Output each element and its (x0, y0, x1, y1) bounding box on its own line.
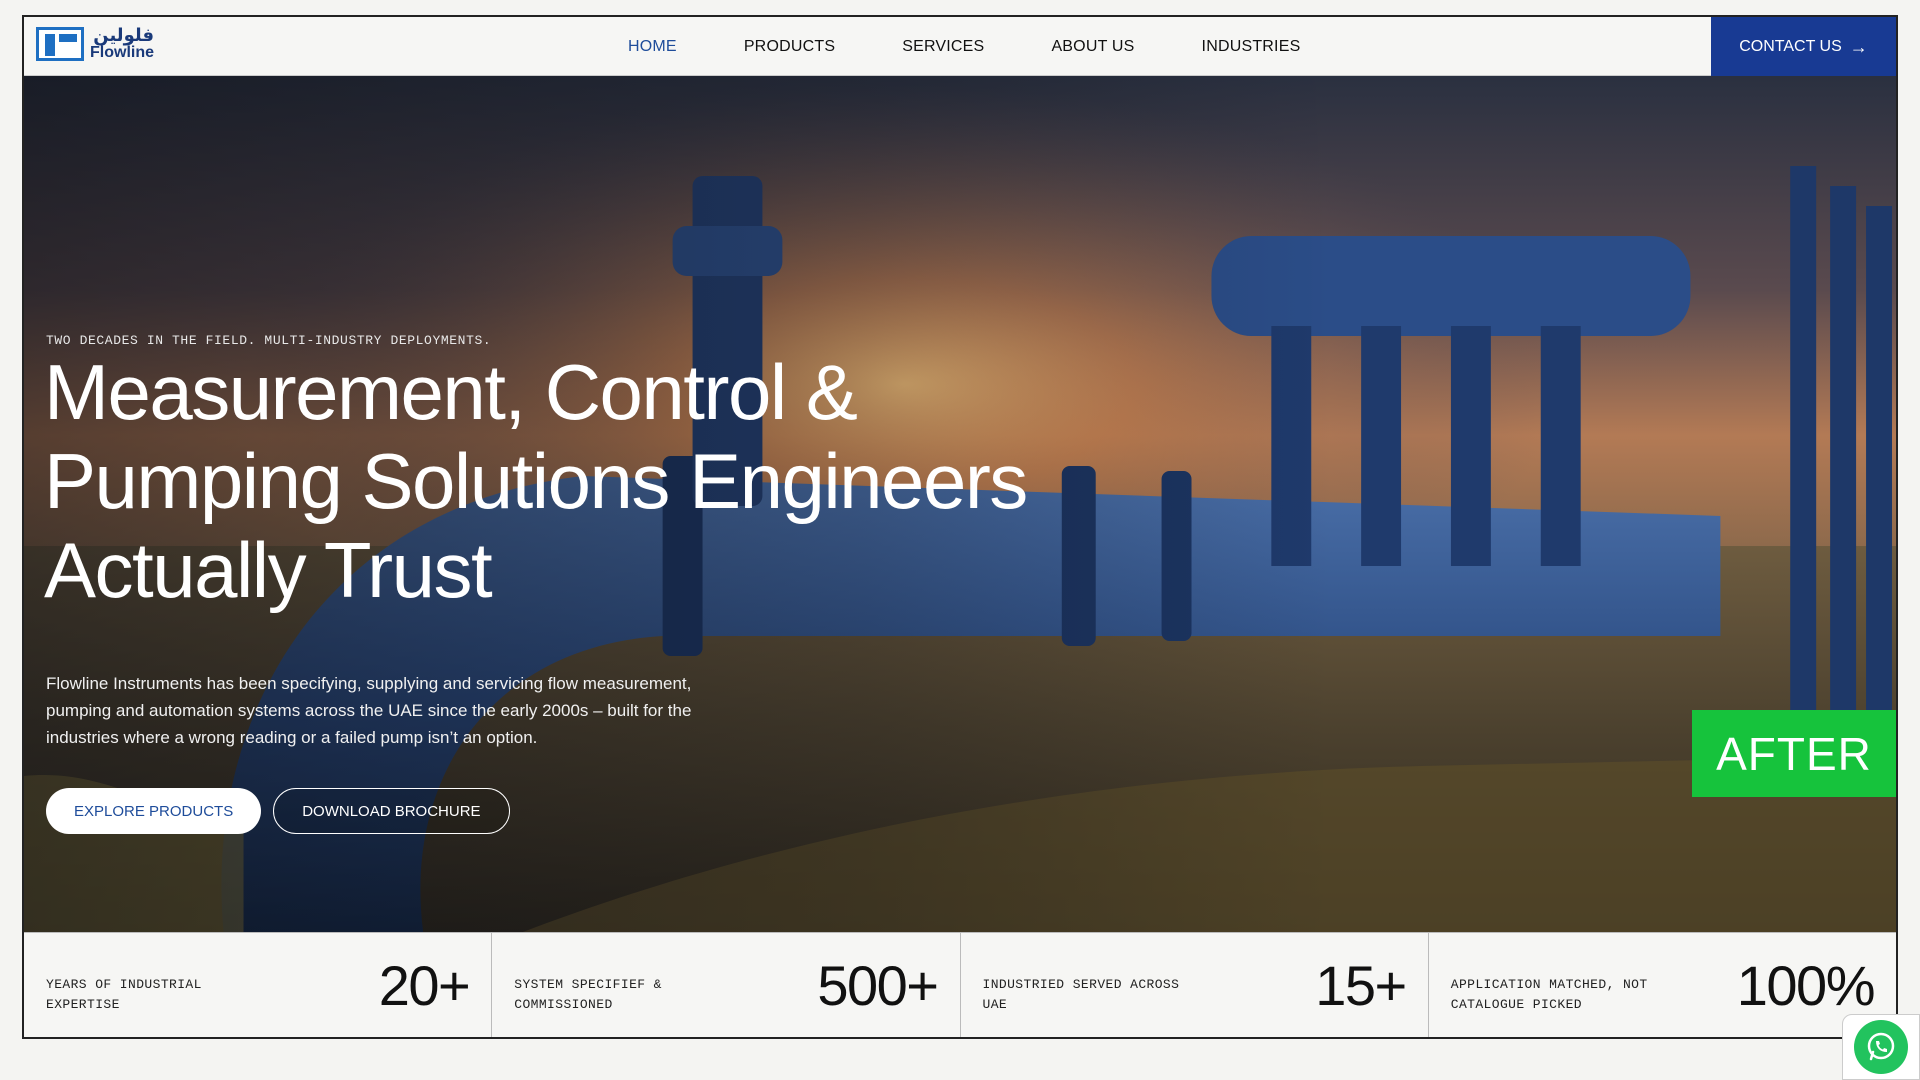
stats-bar: YEARS OF INDUSTRIAL EXPERTISE 20+ SYSTEM… (24, 932, 1896, 1037)
stat-value: 100% (1736, 954, 1876, 1017)
hero-lead-text: Flowline Instruments has been specifying… (46, 674, 692, 747)
stat-label: SYSTEM SPECIFIEF & COMMISSIONED (514, 977, 662, 1012)
hero-section: TWO DECADES IN THE FIELD. MULTI-INDUSTRY… (24, 76, 1896, 932)
arrow-right-icon: → (1849, 36, 1868, 57)
nav-item-services[interactable]: SERVICES (902, 38, 984, 56)
whatsapp-icon (1854, 1020, 1908, 1074)
stat-value: 20+ (378, 954, 471, 1017)
after-badge: AFTER (1692, 710, 1896, 797)
nav-item-about-us[interactable]: ABOUT US (1051, 38, 1134, 56)
logo-mark-icon (36, 27, 84, 61)
logo-english-text: Flowline (90, 44, 154, 61)
nav-item-industries[interactable]: INDUSTRIES (1202, 38, 1301, 56)
nav-item-products[interactable]: PRODUCTS (744, 38, 835, 56)
stat-item: SYSTEM SPECIFIEF & COMMISSIONED 500+ (492, 933, 961, 1037)
top-navigation: فلولين Flowline HOME PRODUCTS SERVICES A… (24, 17, 1896, 76)
nav-item-home[interactable]: HOME (628, 38, 677, 56)
hero-cta-group: EXPLORE PRODUCTS DOWNLOAD BROCHURE (46, 788, 510, 834)
brand-logo[interactable]: فلولين Flowline (36, 27, 154, 61)
stat-item: APPLICATION MATCHED, NOT CATALOGUE PICKE… (1429, 933, 1896, 1037)
logo-arabic-text: فلولين (93, 25, 154, 46)
stat-value: 15+ (1315, 954, 1407, 1017)
contact-us-button[interactable]: CONTACT US → (1711, 17, 1896, 76)
download-brochure-button[interactable]: DOWNLOAD BROCHURE (273, 788, 510, 834)
stat-item: INDUSTRIED SERVED ACROSS UAE 15+ (961, 933, 1429, 1037)
contact-us-label: CONTACT US (1739, 37, 1842, 55)
whatsapp-chat-widget[interactable] (1842, 1014, 1920, 1080)
hero-headline: Measurement, Control & Pumping Solutions… (44, 348, 1028, 614)
logo-text: فلولين Flowline (90, 27, 154, 61)
hero-eyebrow: TWO DECADES IN THE FIELD. MULTI-INDUSTRY… (46, 333, 492, 348)
stat-label: APPLICATION MATCHED, NOT CATALOGUE PICKE… (1450, 977, 1648, 1012)
stat-label: YEARS OF INDUSTRIAL EXPERTISE (46, 977, 202, 1012)
page-frame: فلولين Flowline HOME PRODUCTS SERVICES A… (22, 15, 1898, 1039)
nav-links: HOME PRODUCTS SERVICES ABOUT US INDUSTRI… (628, 17, 1367, 76)
stat-value: 500+ (817, 954, 939, 1017)
stat-item: YEARS OF INDUSTRIAL EXPERTISE 20+ (24, 933, 493, 1037)
stat-label: INDUSTRIED SERVED ACROSS UAE (982, 977, 1180, 1012)
explore-products-button[interactable]: EXPLORE PRODUCTS (46, 788, 262, 834)
